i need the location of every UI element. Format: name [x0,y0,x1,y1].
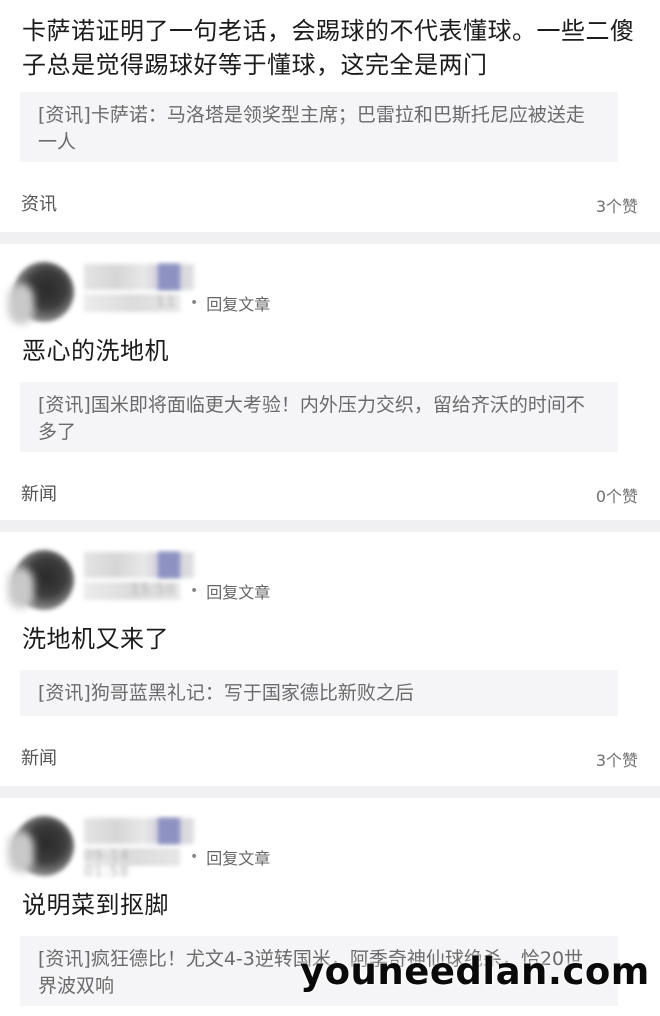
category-tag[interactable]: 资讯 [21,190,57,216]
comment-text: 洗地机又来了 [22,625,169,653]
watermark: youneedlan.com [300,950,650,993]
comment-meta: 09-14 01:58 • 回复文章 [84,845,270,880]
comment-card-3[interactable]: 15:50 • 回复文章 洗地机又来了 [资讯]狗哥蓝黑礼记：写于国家德比新败之… [0,532,660,786]
separator-dot: • [190,295,199,311]
comment-text: 恶心的洗地机 [22,337,169,365]
separator-dot: • [190,849,199,865]
comment-card-2[interactable]: 11 • 回复文章 恶心的洗地机 [资讯]国米即将面临更大考验！内外压力交织，留… [0,244,660,520]
category-tag[interactable]: 新闻 [21,480,57,506]
timestamp-blurred: 09-14 01:58 [84,848,180,880]
timestamp-blurred: 15:50 [84,582,180,600]
card-divider [0,232,660,244]
comment-feed: 卡萨诺证明了一句老话，会踢球的不代表懂球。一些二傻子总是觉得踢球好等于懂球，这完… [0,0,660,1016]
user-badge-blurred [158,264,180,290]
separator-dot: • [190,583,199,599]
quoted-article[interactable]: [资讯]狗哥蓝黑礼记：写于国家德比新败之后 [20,670,618,716]
comment-meta: 11 • 回复文章 [84,292,270,314]
user-badge-blurred [158,552,180,578]
like-count[interactable]: 0个赞 [596,483,638,507]
reply-article-link[interactable]: 回复文章 [206,579,270,603]
comment-text: 卡萨诺证明了一句老话，会踢球的不代表懂球。一些二傻子总是觉得踢球好等于懂球，这完… [22,17,635,79]
reply-article-link[interactable]: 回复文章 [206,291,270,315]
like-count[interactable]: 3个赞 [596,193,638,217]
quoted-article[interactable]: [资讯]卡萨诺：马洛塔是领奖型主席；巴雷拉和巴斯托尼应被送走一人 [20,92,618,162]
user-badge-blurred [158,818,180,844]
like-count[interactable]: 3个赞 [596,747,638,771]
category-tag[interactable]: 新闻 [21,744,57,770]
comment-meta: 15:50 • 回复文章 [84,580,270,602]
card-divider [0,786,660,798]
comment-text: 说明菜到抠脚 [22,891,169,919]
timestamp-blurred: 11 [84,294,180,312]
comment-card-1[interactable]: 卡萨诺证明了一句老话，会踢球的不代表懂球。一些二傻子总是觉得踢球好等于懂球，这完… [0,0,660,232]
reply-article-link[interactable]: 回复文章 [206,845,270,869]
avatar-blur [8,832,34,872]
avatar-blur [8,568,34,608]
avatar-blur [8,284,34,324]
card-divider [0,520,660,532]
quoted-article[interactable]: [资讯]国米即将面临更大考验！内外压力交织，留给齐沃的时间不多了 [20,382,618,452]
